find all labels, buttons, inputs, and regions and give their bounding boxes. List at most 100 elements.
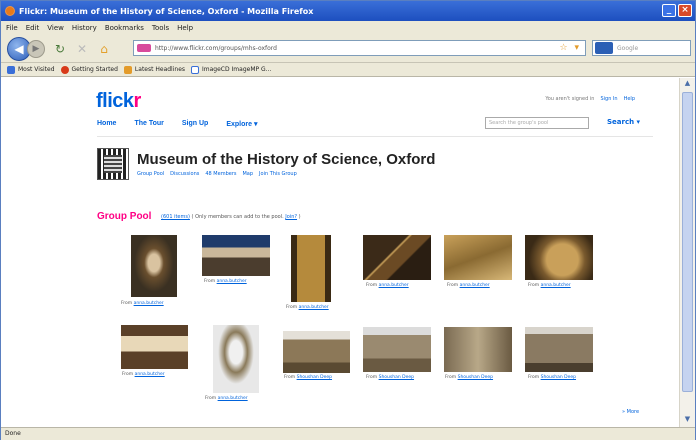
photo-thumbnail[interactable] bbox=[121, 325, 188, 369]
firefox-icon bbox=[5, 6, 15, 16]
minimize-button[interactable]: _ bbox=[662, 4, 676, 17]
photo-thumbnail[interactable] bbox=[213, 325, 259, 393]
discussions-link[interactable]: Discussions bbox=[170, 171, 199, 177]
photo-owner-link[interactable]: Shoushan Deep bbox=[297, 375, 332, 380]
page-icon bbox=[191, 65, 200, 74]
status-bar: Done bbox=[1, 427, 695, 440]
group-sublinks: Group Pool Discussions 48 Members Map Jo… bbox=[137, 171, 297, 177]
photo-thumbnail[interactable] bbox=[525, 235, 593, 280]
web-page: flickr You aren't signed in Sign In Help… bbox=[1, 78, 679, 427]
flickr-nav: Home The Tour Sign Up Explore ▾ bbox=[97, 120, 257, 128]
reload-icon[interactable]: ↻ bbox=[53, 42, 67, 56]
menu-bookmarks[interactable]: Bookmarks bbox=[105, 24, 144, 32]
vertical-scrollbar[interactable]: ▲ ▼ bbox=[679, 78, 695, 427]
join-link[interactable]: Join? bbox=[285, 214, 297, 220]
photo-thumbnail[interactable] bbox=[444, 327, 512, 372]
bookmark-getting-started[interactable]: Getting Started bbox=[60, 65, 118, 74]
scroll-down-icon[interactable]: ▼ bbox=[682, 415, 693, 426]
photo-owner-link[interactable]: Shoushan Deep bbox=[379, 375, 414, 380]
more-link[interactable]: » More bbox=[622, 409, 639, 415]
bookmarks-toolbar: Most Visited Getting Started Latest Head… bbox=[1, 63, 695, 77]
stop-icon[interactable]: ✕ bbox=[75, 42, 89, 56]
menu-file[interactable]: File bbox=[6, 24, 18, 32]
photo-owner-link[interactable]: anna.butcher bbox=[134, 301, 164, 306]
bookmark-imagecd[interactable]: ImageCD ImageMP G... bbox=[191, 65, 272, 74]
help-link[interactable]: Help bbox=[624, 96, 635, 102]
bookmark-label: Getting Started bbox=[71, 66, 118, 73]
scrollbar-thumb[interactable] bbox=[682, 92, 693, 392]
menu-history[interactable]: History bbox=[72, 24, 97, 32]
account-links: You aren't signed in Sign In Help bbox=[545, 96, 635, 102]
bookmark-star-icon[interactable]: ☆ ▾ bbox=[560, 43, 581, 53]
address-bar[interactable]: http://www.flickr.com/groups/mhs-oxford … bbox=[133, 40, 586, 56]
rss-icon bbox=[123, 65, 132, 74]
search-box[interactable]: Google bbox=[592, 40, 691, 56]
menu-bar: File Edit View History Bookmarks Tools H… bbox=[1, 21, 695, 35]
photo-thumbnail[interactable] bbox=[363, 235, 431, 280]
nav-home[interactable]: Home bbox=[97, 120, 116, 128]
photo-caption: From anna.butcher bbox=[204, 279, 247, 284]
signed-out-text: You aren't signed in bbox=[545, 96, 595, 102]
photo-caption: From Shoushan Deep bbox=[366, 375, 415, 380]
search-placeholder: Google bbox=[617, 44, 639, 52]
site-favicon bbox=[137, 44, 151, 52]
photo-thumbnail[interactable] bbox=[202, 235, 270, 276]
nav-the-tour[interactable]: The Tour bbox=[134, 120, 163, 128]
photo-thumbnail[interactable] bbox=[291, 235, 331, 302]
flickr-logo[interactable]: flickr bbox=[96, 90, 141, 113]
title-bar: Flickr: Museum of the History of Science… bbox=[1, 1, 695, 21]
photo-owner-link[interactable]: anna.butcher bbox=[135, 372, 165, 377]
close-button[interactable]: × bbox=[678, 4, 692, 17]
photo-caption: From Shoushan Deep bbox=[528, 375, 577, 380]
browser-window: Flickr: Museum of the History of Science… bbox=[0, 0, 696, 440]
bookmark-most-visited[interactable]: Most Visited bbox=[7, 65, 55, 74]
photo-thumbnail[interactable] bbox=[283, 331, 350, 373]
photo-thumbnail[interactable] bbox=[444, 235, 512, 280]
search-engine-icon[interactable] bbox=[595, 42, 613, 54]
photo-thumbnail[interactable] bbox=[363, 327, 431, 372]
menu-view[interactable]: View bbox=[47, 24, 64, 32]
photo-caption: From anna.butcher bbox=[447, 283, 490, 288]
bookmark-icon bbox=[7, 65, 15, 74]
group-pool-link[interactable]: Group Pool bbox=[137, 171, 164, 177]
window-title: Flickr: Museum of the History of Science… bbox=[19, 6, 314, 16]
photo-owner-link[interactable]: anna.butcher bbox=[299, 305, 329, 310]
photo-thumbnail[interactable] bbox=[131, 235, 177, 297]
group-search-input[interactable]: Search the group's pool bbox=[485, 117, 589, 129]
members-link[interactable]: 48 Members bbox=[205, 171, 236, 177]
bookmark-icon bbox=[60, 65, 69, 74]
pool-note: ( Only members can add to the pool. bbox=[191, 214, 284, 220]
sign-in-link[interactable]: Sign In bbox=[600, 96, 617, 102]
join-group-link[interactable]: Join This Group bbox=[259, 171, 297, 177]
photo-caption: From anna.butcher bbox=[121, 301, 164, 306]
photo-owner-link[interactable]: anna.butcher bbox=[218, 396, 248, 401]
home-icon[interactable]: ⌂ bbox=[97, 42, 111, 56]
photo-caption: From anna.butcher bbox=[366, 283, 409, 288]
photo-owner-link[interactable]: anna.butcher bbox=[379, 283, 409, 288]
bookmark-latest-headlines[interactable]: Latest Headlines bbox=[123, 65, 186, 74]
photo-caption: From anna.butcher bbox=[122, 372, 165, 377]
nav-explore[interactable]: Explore ▾ bbox=[226, 120, 257, 128]
photo-owner-link[interactable]: Shoushan Deep bbox=[458, 375, 493, 380]
bookmark-label: Latest Headlines bbox=[134, 66, 186, 73]
photo-owner-link[interactable]: Shoushan Deep bbox=[541, 375, 576, 380]
photo-caption: From anna.butcher bbox=[286, 305, 329, 310]
menu-help[interactable]: Help bbox=[177, 24, 193, 32]
url-text: http://www.flickr.com/groups/mhs-oxford bbox=[155, 44, 277, 52]
pool-count-link[interactable]: (601 items) bbox=[161, 214, 190, 220]
group-avatar[interactable] bbox=[97, 148, 129, 180]
group-search-button[interactable]: Search ▾ bbox=[607, 118, 640, 126]
photo-caption: From Shoushan Deep bbox=[284, 375, 333, 380]
photo-caption: From anna.butcher bbox=[528, 283, 571, 288]
scroll-up-icon[interactable]: ▲ bbox=[682, 79, 693, 90]
menu-edit[interactable]: Edit bbox=[26, 24, 40, 32]
photo-thumbnail[interactable] bbox=[525, 327, 593, 372]
bookmark-label: ImageCD ImageMP G... bbox=[202, 66, 272, 73]
photo-owner-link[interactable]: anna.butcher bbox=[460, 283, 490, 288]
photo-owner-link[interactable]: anna.butcher bbox=[541, 283, 571, 288]
forward-button[interactable]: ▶ bbox=[27, 39, 45, 58]
map-link[interactable]: Map bbox=[242, 171, 253, 177]
nav-sign-up[interactable]: Sign Up bbox=[182, 120, 208, 128]
menu-tools[interactable]: Tools bbox=[152, 24, 169, 32]
photo-owner-link[interactable]: anna.butcher bbox=[217, 279, 247, 284]
